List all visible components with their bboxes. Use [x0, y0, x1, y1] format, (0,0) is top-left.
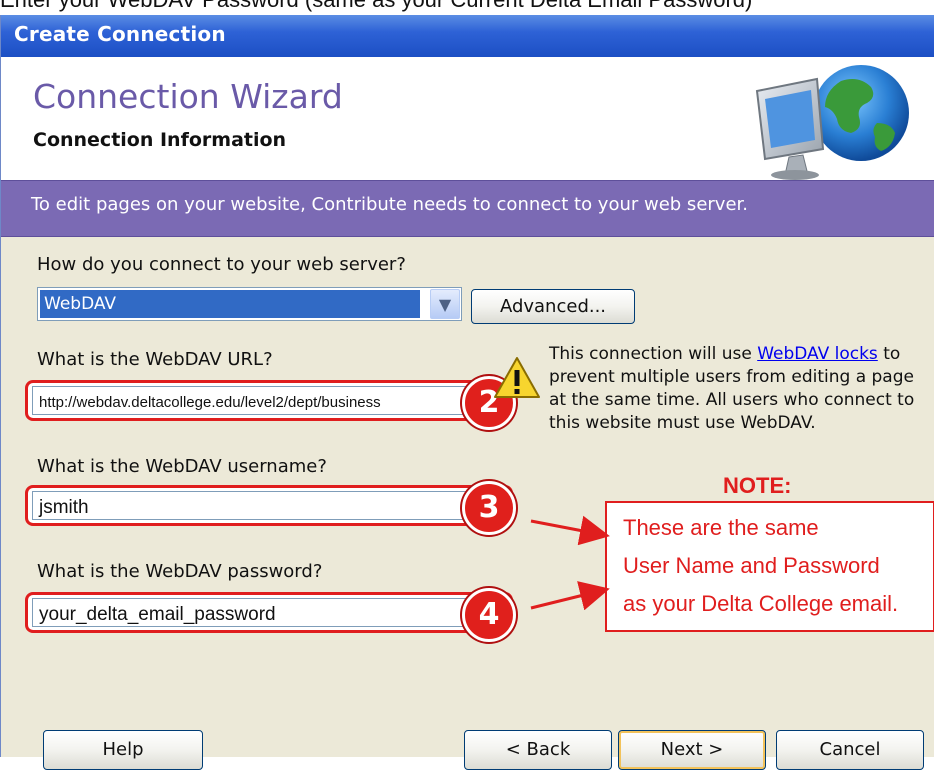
info-banner: To edit pages on your website, Contribut… [1, 180, 934, 237]
chevron-down-icon[interactable]: ▼ [430, 289, 460, 319]
password-label: What is the WebDAV password? [37, 561, 323, 582]
url-field-highlight: http://webdav.deltacollege.edu/level2/de… [25, 380, 513, 421]
password-field-highlight: your_delta_email_password [25, 592, 513, 633]
window-title: Create Connection [14, 22, 226, 46]
connect-method-value: WebDAV [40, 290, 420, 318]
title-bar[interactable]: Create Connection [1, 15, 934, 57]
username-label: What is the WebDAV username? [37, 456, 327, 477]
note-line-1: These are the same [623, 515, 819, 540]
note-line-2: User Name and Password [623, 553, 880, 578]
note-line-3: as your Delta College email. [623, 591, 899, 616]
back-button[interactable]: < Back [464, 730, 612, 770]
wizard-subtitle: Connection Information [33, 129, 287, 151]
note-box: These are the same User Name and Passwor… [605, 501, 934, 632]
next-button[interactable]: Next > [618, 730, 766, 770]
step-badge-3: 3 [462, 481, 516, 535]
webdav-locks-link[interactable]: WebDAV locks [757, 344, 878, 364]
info-text-start: This connection will use [549, 344, 758, 364]
warning-icon [494, 357, 540, 398]
banner-text: To edit pages on your website, Contribut… [31, 194, 748, 215]
help-button[interactable]: Help [43, 730, 203, 770]
step-badge-4: 4 [462, 588, 516, 642]
tutorial-caption: Enter your WebDAV Password (same as your… [0, 0, 934, 15]
username-field-highlight: jsmith [25, 485, 513, 526]
url-input[interactable]: http://webdav.deltacollege.edu/level2/de… [32, 386, 506, 415]
connect-method-select[interactable]: WebDAV ▼ [37, 287, 462, 321]
create-connection-dialog: Create Connection Connection Wizard Conn… [0, 15, 934, 770]
url-label: What is the WebDAV URL? [37, 349, 273, 370]
connect-method-label: How do you connect to your web server? [37, 254, 406, 275]
wizard-header: Connection Wizard Connection Information [1, 57, 934, 180]
username-input[interactable]: jsmith [32, 491, 506, 520]
password-input[interactable]: your_delta_email_password [32, 598, 506, 627]
wizard-title: Connection Wizard [33, 77, 343, 116]
note-title: NOTE: [723, 473, 792, 498]
cancel-button[interactable]: Cancel [776, 730, 924, 770]
globe-monitor-icon [755, 65, 909, 180]
advanced-button[interactable]: Advanced... [471, 289, 635, 324]
webdav-info-text: This connection will use WebDAV locks to… [549, 343, 919, 435]
